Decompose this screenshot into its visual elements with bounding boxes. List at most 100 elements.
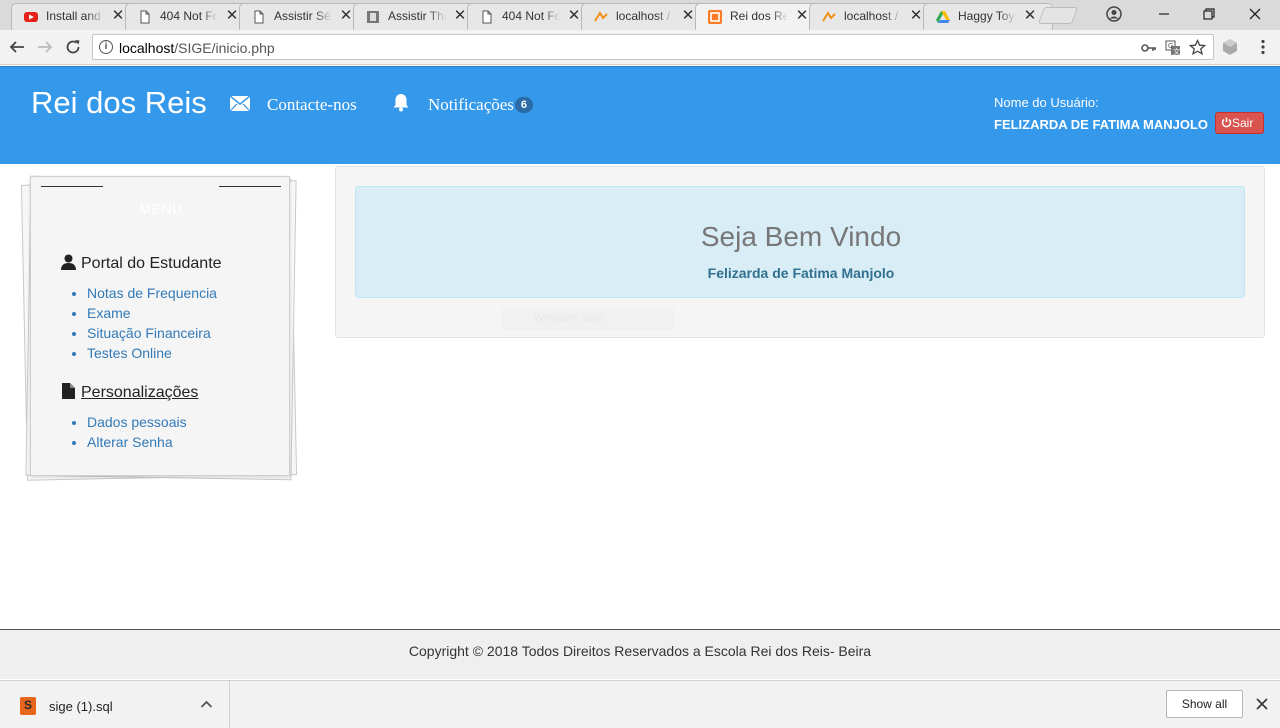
tab-title: localhost / bbox=[616, 9, 671, 23]
profile-icon[interactable] bbox=[1106, 6, 1122, 22]
page-icon bbox=[482, 10, 492, 24]
browser-tab[interactable]: localhost / ✕ bbox=[809, 3, 939, 30]
tab-title: Haggy Toys bbox=[958, 9, 1016, 23]
browser-tab-strip: Install and ✕ 404 Not Found ✕ Assistir S… bbox=[0, 0, 1280, 30]
user-icon bbox=[61, 254, 76, 270]
browser-tab-active[interactable]: Rei dos Reis ✕ bbox=[695, 3, 825, 30]
logout-button[interactable]: Sair bbox=[1215, 112, 1264, 134]
site-footer: Copyright © 2018 Todos Direitos Reservad… bbox=[0, 629, 1280, 679]
phpmyadmin-icon bbox=[822, 11, 836, 22]
back-icon[interactable] bbox=[8, 38, 26, 56]
film-icon bbox=[367, 11, 379, 23]
list-item[interactable]: Notas de Frequencia bbox=[87, 283, 217, 303]
browser-toolbar: i localhost/SIGE/inicio.php G文 bbox=[0, 30, 1280, 65]
close-download-bar-icon[interactable] bbox=[1256, 698, 1268, 710]
drive-icon bbox=[936, 11, 950, 23]
sidebar-item-situacao[interactable]: Situação Financeira bbox=[87, 325, 211, 341]
tab-title: Assistir The bbox=[388, 9, 446, 23]
snip-ghost-overlay: Windows Snip bbox=[502, 308, 674, 330]
sidebar-menu: MENU Portal do Estudante Notas de Freque… bbox=[30, 176, 290, 476]
tab-close-icon[interactable]: ✕ bbox=[566, 7, 582, 25]
new-tab-button[interactable] bbox=[1037, 7, 1079, 24]
envelope-icon bbox=[230, 96, 250, 111]
browser-tab[interactable]: 404 Not Found ✕ bbox=[467, 3, 597, 30]
notification-count-badge: 6 bbox=[514, 97, 534, 113]
key-icon[interactable] bbox=[1141, 41, 1157, 55]
xampp-icon bbox=[708, 10, 722, 24]
site-navbar: Rei dos Reis Contacte-nos Notificações 6 … bbox=[0, 66, 1280, 164]
sidebar-item-senha[interactable]: Alterar Senha bbox=[87, 434, 173, 450]
tab-close-icon[interactable]: ✕ bbox=[110, 7, 126, 25]
tab-title: localhost / bbox=[844, 9, 899, 23]
tab-close-icon[interactable]: ✕ bbox=[794, 7, 810, 25]
site-info-icon[interactable]: i bbox=[99, 40, 113, 54]
contact-link[interactable]: Contacte-nos bbox=[267, 95, 357, 115]
tab-title: Rei dos Reis bbox=[730, 9, 788, 23]
tab-close-icon[interactable]: ✕ bbox=[224, 7, 240, 25]
phpmyadmin-icon bbox=[594, 11, 608, 22]
sidebar-item-dados[interactable]: Dados pessoais bbox=[87, 414, 187, 430]
youtube-icon bbox=[24, 12, 38, 22]
browser-tab[interactable]: Install and ✕ bbox=[11, 3, 141, 30]
tab-title: 404 Not Found bbox=[502, 9, 560, 23]
tab-title: 404 Not Found bbox=[160, 9, 218, 23]
page-icon bbox=[140, 10, 150, 24]
list-item[interactable]: Alterar Senha bbox=[87, 432, 187, 452]
user-name-value: FELIZARDA DE FATIMA MANJOLO bbox=[994, 117, 1209, 132]
menu-divider bbox=[219, 186, 281, 187]
portal-link-list: Notas de Frequencia Exame Situação Finan… bbox=[87, 283, 217, 363]
download-bar: sige (1).sql Show all bbox=[0, 680, 1280, 728]
translate-icon[interactable]: G文 bbox=[1165, 40, 1181, 56]
show-all-button[interactable]: Show all bbox=[1166, 690, 1243, 718]
url-text: localhost/SIGE/inicio.php bbox=[119, 40, 275, 56]
minimize-icon[interactable] bbox=[1156, 6, 1172, 22]
copyright-text: Copyright © 2018 Todos Direitos Reservad… bbox=[408, 643, 872, 659]
browser-tab[interactable]: Assistir Séries ✕ bbox=[239, 3, 369, 30]
menu-title: MENU bbox=[139, 201, 183, 217]
tab-title: Assistir Séries bbox=[274, 9, 332, 23]
welcome-user-name: Felizarda de Fatima Manjolo bbox=[707, 265, 895, 281]
svg-text:文: 文 bbox=[1173, 47, 1180, 56]
page-icon bbox=[254, 10, 264, 24]
list-item[interactable]: Testes Online bbox=[87, 343, 217, 363]
personalizacoes-link-list: Dados pessoais Alterar Senha bbox=[87, 412, 187, 452]
bookmark-star-icon[interactable] bbox=[1189, 39, 1206, 56]
tab-close-icon[interactable]: ✕ bbox=[1022, 7, 1038, 25]
browser-menu-icon[interactable] bbox=[1254, 38, 1272, 56]
list-item[interactable]: Situação Financeira bbox=[87, 323, 217, 343]
sublime-file-icon bbox=[20, 697, 36, 715]
browser-tab[interactable]: Haggy Toys ✕ bbox=[923, 3, 1053, 30]
notifications-link[interactable]: Notificações 6 bbox=[428, 95, 534, 115]
tab-close-icon[interactable]: ✕ bbox=[338, 7, 354, 25]
tab-close-icon[interactable]: ✕ bbox=[908, 7, 924, 25]
extension-icon[interactable] bbox=[1221, 38, 1239, 56]
power-icon bbox=[1221, 117, 1232, 128]
chevron-up-icon[interactable] bbox=[200, 699, 213, 709]
download-file-name: sige (1).sql bbox=[49, 699, 113, 714]
tab-close-icon[interactable]: ✕ bbox=[680, 7, 696, 25]
site-brand[interactable]: Rei dos Reis bbox=[31, 85, 207, 121]
sidebar-item-notas[interactable]: Notas de Frequencia bbox=[87, 285, 217, 301]
sidebar-item-exame[interactable]: Exame bbox=[87, 305, 131, 321]
tab-close-icon[interactable]: ✕ bbox=[452, 7, 468, 25]
section-heading-personalizacoes[interactable]: Personalizações bbox=[61, 383, 198, 402]
sidebar-item-testes[interactable]: Testes Online bbox=[87, 345, 172, 361]
file-icon bbox=[62, 383, 75, 399]
reload-icon[interactable] bbox=[64, 38, 82, 56]
welcome-title: Seja Bem Vindo bbox=[700, 221, 902, 252]
tab-title: Install and bbox=[46, 9, 101, 23]
browser-tab[interactable]: Assistir The ✕ bbox=[353, 3, 483, 30]
close-window-icon[interactable] bbox=[1247, 6, 1263, 22]
list-item[interactable]: Exame bbox=[87, 303, 217, 323]
browser-tab[interactable]: 404 Not Found ✕ bbox=[125, 3, 255, 30]
list-item[interactable]: Dados pessoais bbox=[87, 412, 187, 432]
section-heading-portal: Portal do Estudante bbox=[61, 254, 222, 273]
address-bar[interactable]: i localhost/SIGE/inicio.php G文 bbox=[92, 34, 1214, 60]
bell-icon bbox=[393, 94, 409, 112]
welcome-alert: Seja Bem Vindo Felizarda de Fatima Manjo… bbox=[355, 186, 1245, 298]
forward-icon[interactable] bbox=[36, 38, 54, 56]
download-item[interactable]: sige (1).sql bbox=[0, 681, 230, 728]
restore-icon[interactable] bbox=[1201, 6, 1217, 22]
browser-tab[interactable]: localhost / ✕ bbox=[581, 3, 711, 30]
notifications-label: Notificações bbox=[428, 95, 514, 114]
